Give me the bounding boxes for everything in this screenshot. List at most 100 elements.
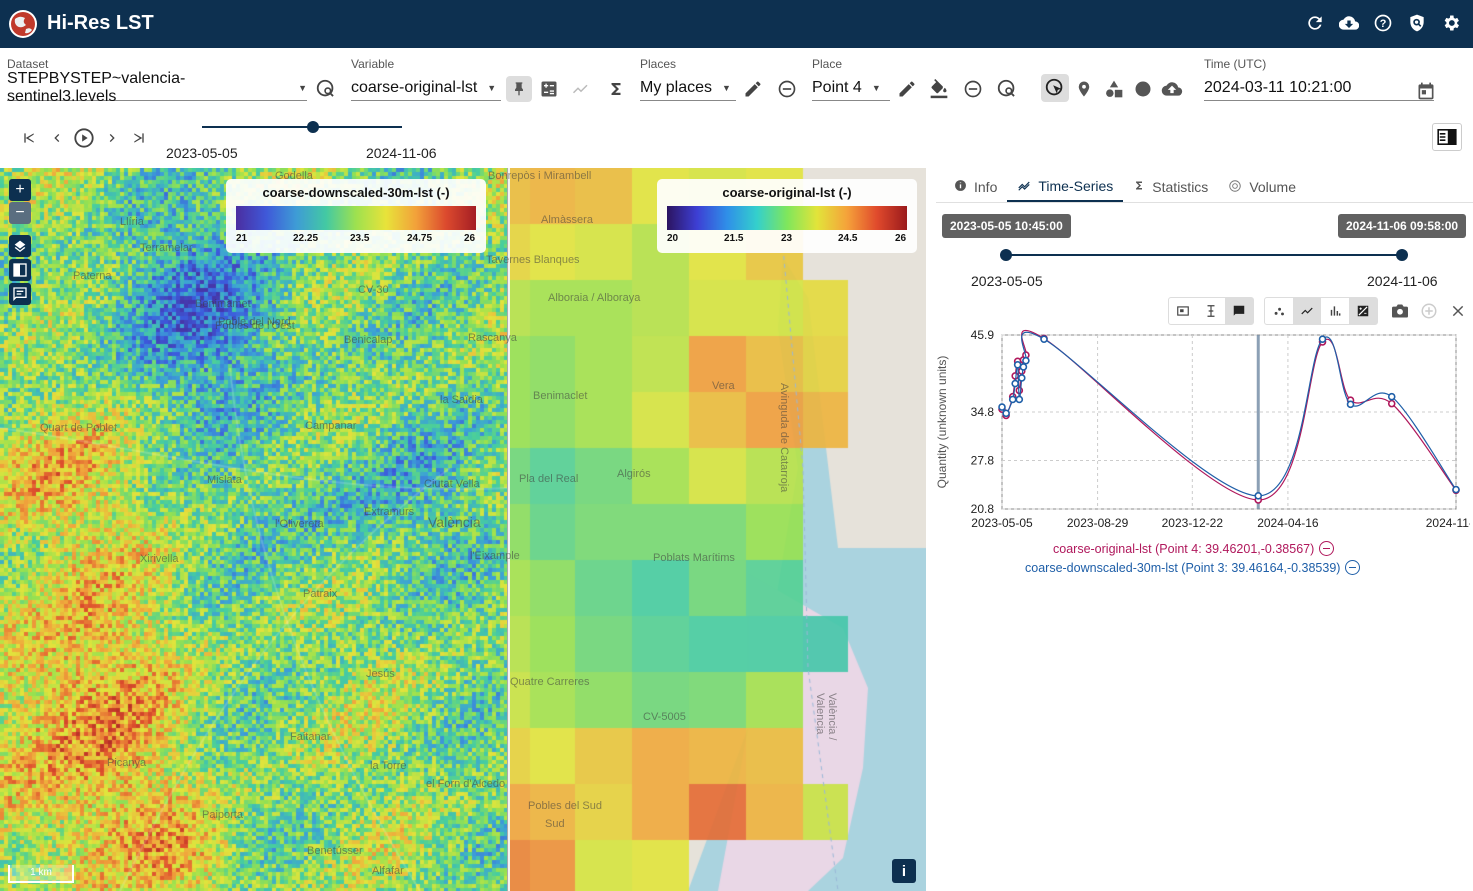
- timeseries-chart-icon[interactable]: [568, 76, 594, 102]
- split-view-icon[interactable]: [9, 259, 31, 281]
- map-place-label: Bonrepòs i Mirambell: [488, 170, 592, 182]
- dataset-select[interactable]: STEPBYSTEP~valencia-sentinel3.levels ▼: [7, 70, 307, 105]
- y-tick-label: 34.8: [971, 405, 995, 419]
- range-slider-start-thumb[interactable]: [1000, 249, 1012, 261]
- remove-series-icon[interactable]: [1345, 560, 1361, 575]
- attribution-info-button[interactable]: i: [892, 859, 916, 883]
- zoom-mode-icon[interactable]: [1169, 298, 1197, 324]
- edit-places-icon[interactable]: [740, 76, 766, 102]
- add-polygon-icon[interactable]: [1101, 76, 1127, 102]
- x-tick-label: 2024-11-06: [1426, 516, 1470, 530]
- tab-statistics[interactable]: Statistics: [1123, 172, 1218, 202]
- refresh-icon[interactable]: [1305, 12, 1325, 34]
- comment-icon[interactable]: [9, 283, 31, 305]
- policy-icon[interactable]: [1407, 12, 1427, 34]
- zoom-in-button[interactable]: +: [9, 179, 31, 201]
- map-place-label: Benimàmet: [195, 298, 251, 310]
- tab-volume[interactable]: Volume: [1218, 172, 1306, 202]
- map-place-label: Terramelar: [140, 242, 193, 254]
- next-step-icon[interactable]: [102, 128, 122, 148]
- statistics-sigma-icon[interactable]: [603, 76, 629, 102]
- remove-place-icon[interactable]: [960, 76, 986, 102]
- remove-places-icon[interactable]: [774, 76, 800, 102]
- map-place-label: València: [428, 514, 481, 530]
- camera-icon[interactable]: [1387, 298, 1413, 324]
- line-type-icon[interactable]: [1293, 298, 1321, 324]
- map-place-label: Picanya: [107, 757, 147, 769]
- original-lst-layer[interactable]: [508, 168, 926, 891]
- y-axis-label: Quantity (unknown units): [935, 356, 949, 489]
- places-select[interactable]: My places ▼: [640, 75, 736, 101]
- y-tick-label: 27.8: [971, 453, 995, 467]
- svg-text:?: ?: [1380, 18, 1387, 30]
- locate-place-icon[interactable]: [994, 76, 1020, 102]
- cloud-download-icon[interactable]: [1339, 12, 1359, 34]
- layers-icon[interactable]: [9, 235, 31, 257]
- plot-frame: [1001, 334, 1457, 510]
- scatter-type-icon[interactable]: [1265, 298, 1293, 324]
- close-chart-icon[interactable]: [1445, 298, 1471, 324]
- first-step-icon[interactable]: [19, 128, 39, 148]
- pin-icon[interactable]: [506, 76, 532, 102]
- toggle-sidepanel-icon[interactable]: [1432, 123, 1462, 151]
- time-slider-thumb[interactable]: [307, 121, 319, 133]
- layer-split-handle[interactable]: [507, 168, 510, 891]
- time-slider-track[interactable]: [202, 126, 402, 128]
- x-tick-label: 2023-08-29: [1067, 516, 1129, 530]
- error-bar-icon[interactable]: [1197, 298, 1225, 324]
- remove-series-icon[interactable]: [1319, 541, 1335, 556]
- dataset-locate-icon[interactable]: [313, 76, 339, 102]
- add-timeseries-icon[interactable]: [1416, 298, 1442, 324]
- bar-type-icon[interactable]: [1321, 298, 1349, 324]
- variable-select[interactable]: coarse-original-lst ▼: [351, 75, 501, 101]
- data-point: [1011, 379, 1019, 388]
- calculator-icon[interactable]: [536, 76, 562, 102]
- map-place-label: Faitanar: [290, 731, 331, 743]
- select-mode-icon[interactable]: [1041, 74, 1069, 102]
- help-icon[interactable]: ?: [1373, 12, 1393, 34]
- upload-places-icon[interactable]: [1159, 76, 1185, 102]
- place-select[interactable]: Point 4 ▼: [812, 75, 890, 101]
- time-input[interactable]: 2024-03-11 10:21:00: [1204, 75, 1434, 101]
- series-original-name: coarse-original-lst (Point 4: 39.46201,-…: [1053, 541, 1315, 556]
- legend-tick-label: 26: [464, 233, 476, 244]
- tab-volume-icon: [1228, 179, 1242, 196]
- map-place-label: Ciutat Vella: [424, 478, 480, 490]
- series-line: [1001, 329, 1457, 501]
- legend-downscaled-colorbar: [236, 206, 476, 230]
- places-label: Places: [640, 57, 677, 71]
- time-series-chart[interactable]: 2023-05-05 2023-08-29 2023-12-22 2024-04-16…: [930, 322, 1470, 534]
- range-slider-end-thumb[interactable]: [1396, 249, 1408, 261]
- settings-icon[interactable]: [1441, 12, 1461, 34]
- paint-bucket-icon[interactable]: [926, 76, 952, 102]
- data-point: [1387, 399, 1396, 408]
- tab-time-series[interactable]: Time-Series: [1007, 172, 1124, 202]
- scale-bar: 1 km: [8, 865, 74, 883]
- chevron-down-icon: ▼: [487, 82, 497, 93]
- legend-tick-label: 23.5: [350, 233, 370, 244]
- tab-info[interactable]: Info: [944, 172, 1007, 202]
- map-place-label: Alboraia / Alboraya: [548, 292, 641, 304]
- tab-divider: [936, 202, 1473, 203]
- calendar-icon[interactable]: [1413, 78, 1439, 104]
- chart-toolbar-type: [1264, 297, 1378, 325]
- map-view[interactable]: Godella Llíria Terramelar Paterna Benimàmet P…: [0, 168, 926, 891]
- show-tooltips-icon[interactable]: [1225, 298, 1253, 324]
- data-point: [1387, 392, 1396, 401]
- data-point: [1008, 395, 1017, 404]
- data-point: [1022, 356, 1030, 365]
- previous-step-icon[interactable]: [47, 128, 67, 148]
- x-tick-label: 2023-05-05: [971, 516, 1033, 530]
- zoom-out-button[interactable]: −: [9, 202, 31, 224]
- map-place-label: Sud: [545, 818, 565, 830]
- variable-label: Variable: [351, 57, 395, 71]
- last-step-icon[interactable]: [129, 128, 149, 148]
- edit-place-icon[interactable]: [894, 76, 920, 102]
- add-point-icon[interactable]: [1071, 76, 1097, 102]
- add-circle-icon[interactable]: [1130, 76, 1156, 102]
- play-icon[interactable]: [73, 127, 95, 149]
- x-tick-label: 2024-04-16: [1257, 516, 1319, 530]
- y-tick-label: 45.9: [971, 328, 995, 342]
- range-slider-track[interactable]: [1006, 254, 1402, 256]
- stddev-icon[interactable]: [1349, 298, 1377, 324]
